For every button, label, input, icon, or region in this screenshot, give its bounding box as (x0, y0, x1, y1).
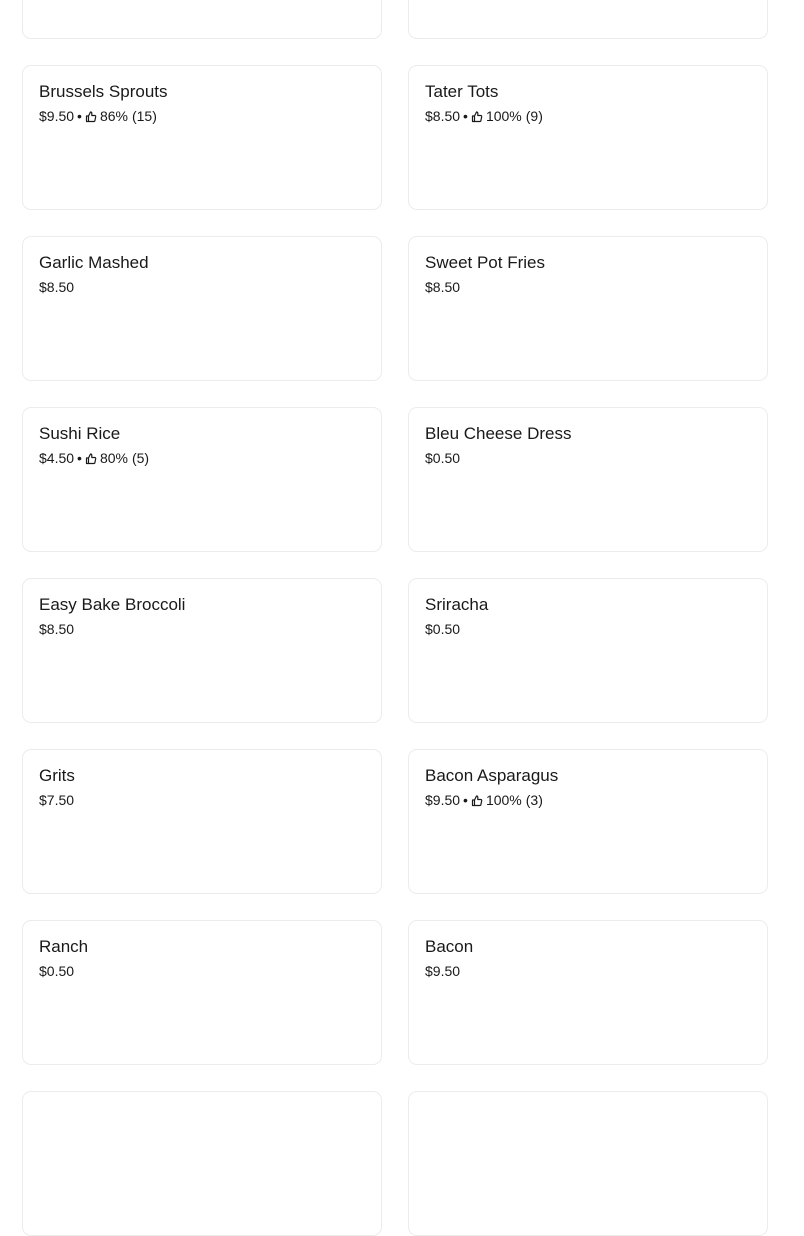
thumbs-up-icon (85, 110, 97, 123)
separator-dot: • (463, 108, 468, 124)
menu-item-rating: 86% (99, 108, 128, 124)
menu-item-card[interactable]: Bacon Asparagus $9.50 • 100% (3) (408, 749, 768, 894)
menu-item-meta: $4.50 • 80% (5) (39, 450, 149, 467)
menu-item-name: Bleu Cheese Dress (425, 424, 572, 443)
menu-item-price: $8.50 (425, 108, 461, 124)
menu-item-meta: $8.50 (425, 279, 460, 296)
menu-item-card[interactable]: Garlic Mashed $8.50 (22, 236, 382, 381)
menu-item-card[interactable] (22, 0, 382, 39)
menu-item-card[interactable]: Grits $7.50 (22, 749, 382, 894)
menu-item-price: $7.50 (39, 792, 75, 808)
menu-item-meta: $8.50 • 100% (9) (425, 108, 543, 125)
menu-item-meta: $8.50 (39, 621, 74, 638)
menu-item-meta: $9.50 • 86% (15) (39, 108, 157, 125)
thumbs-up-icon (471, 110, 483, 123)
menu-item-meta: $0.50 (39, 963, 74, 980)
menu-item-card[interactable]: Easy Bake Broccoli $8.50 (22, 578, 382, 723)
menu-item-price: $8.50 (425, 279, 461, 295)
menu-item-price: $0.50 (39, 963, 75, 979)
separator-dot: • (463, 792, 468, 808)
menu-item-rating-count: (3) (525, 792, 543, 808)
menu-item-name: Tater Tots (425, 82, 499, 101)
menu-item-card[interactable]: Bleu Cheese Dress $0.50 (408, 407, 768, 552)
menu-item-name: Sweet Pot Fries (425, 253, 545, 272)
menu-item-meta: $0.50 (425, 621, 460, 638)
menu-item-name: Sriracha (425, 595, 489, 614)
menu-item-price: $0.50 (425, 621, 461, 637)
menu-item-meta: $9.50 (425, 963, 460, 980)
menu-item-rating-count: (9) (525, 108, 543, 124)
thumbs-up-icon (471, 794, 483, 807)
menu-item-rating: 100% (485, 108, 522, 124)
menu-item-card[interactable]: Bacon $9.50 (408, 920, 768, 1065)
menu-item-meta: $9.50 • 100% (3) (425, 792, 543, 809)
menu-item-rating-count: (5) (131, 450, 150, 466)
menu-item-price: $9.50 (425, 963, 461, 979)
menu-item-card[interactable]: Sweet Pot Fries $8.50 (408, 236, 768, 381)
menu-item-price: $9.50 (425, 792, 461, 808)
menu-item-meta: $8.50 (39, 279, 74, 296)
menu-item-card[interactable]: Sriracha $0.50 (408, 578, 768, 723)
menu-item-price: $8.50 (39, 279, 75, 295)
menu-item-price: $8.50 (39, 621, 75, 637)
menu-item-name: Bacon (425, 937, 474, 956)
menu-item-rating: 100% (485, 792, 522, 808)
menu-item-name: Grits (39, 766, 75, 785)
menu-item-meta: $7.50 (39, 792, 74, 809)
menu-item-name: Bacon Asparagus (425, 766, 559, 785)
menu-item-card[interactable]: Sushi Rice $4.50 • 80% (5) (22, 407, 382, 552)
menu-item-rating-count: (15) (131, 108, 157, 124)
menu-item-rating: 80% (99, 450, 128, 466)
separator-dot: • (77, 450, 82, 466)
menu-item-price: $9.50 (39, 108, 75, 124)
menu-item-name: Ranch (39, 937, 89, 956)
menu-item-meta: $0.50 (425, 450, 460, 467)
menu-item-card[interactable]: Ranch $0.50 (22, 920, 382, 1065)
thumbs-up-icon (85, 452, 97, 465)
menu-item-card[interactable]: Tater Tots $8.50 • 100% (9) (408, 65, 768, 210)
menu-item-card[interactable] (22, 1091, 382, 1236)
menu-item-price: $0.50 (425, 450, 461, 466)
menu-item-card[interactable]: Brussels Sprouts $9.50 • 86% (15) (22, 65, 382, 210)
separator-dot: • (77, 108, 82, 124)
menu-item-name: Garlic Mashed (39, 253, 149, 272)
menu-item-price: $4.50 (39, 450, 75, 466)
menu-item-name: Sushi Rice (39, 424, 121, 443)
menu-item-name: Easy Bake Broccoli (39, 595, 186, 614)
menu-item-name: Brussels Sprouts (39, 82, 168, 101)
menu-item-card[interactable] (408, 1091, 768, 1236)
menu-item-card[interactable] (408, 0, 768, 39)
